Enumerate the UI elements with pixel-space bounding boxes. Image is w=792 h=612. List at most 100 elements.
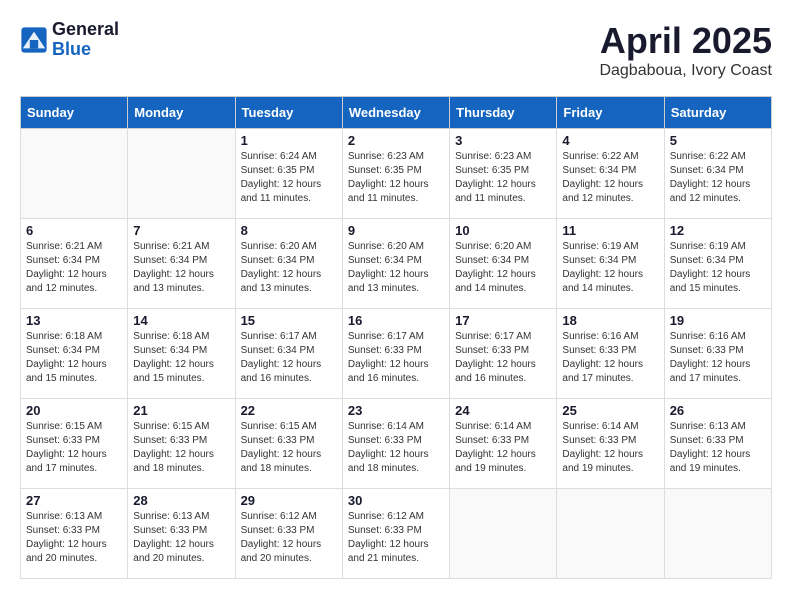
day-number: 17 <box>455 313 551 328</box>
calendar-cell: 20 Sunrise: 6:15 AM Sunset: 6:33 PM Dayli… <box>21 399 128 489</box>
calendar-cell: 13 Sunrise: 6:18 AM Sunset: 6:34 PM Dayli… <box>21 309 128 399</box>
day-number: 9 <box>348 223 444 238</box>
calendar-cell: 5 Sunrise: 6:22 AM Sunset: 6:34 PM Daylig… <box>664 129 771 219</box>
calendar-week-4: 20 Sunrise: 6:15 AM Sunset: 6:33 PM Dayli… <box>21 399 772 489</box>
calendar-cell: 10 Sunrise: 6:20 AM Sunset: 6:34 PM Dayli… <box>450 219 557 309</box>
calendar-cell: 15 Sunrise: 6:17 AM Sunset: 6:34 PM Dayli… <box>235 309 342 399</box>
day-info: Sunrise: 6:14 AM Sunset: 6:33 PM Dayligh… <box>348 420 444 476</box>
calendar-cell: 11 Sunrise: 6:19 AM Sunset: 6:34 PM Dayli… <box>557 219 664 309</box>
calendar-cell: 24Sunrise: 6:14 AM Sunset: 6:33 PM Dayli… <box>450 399 557 489</box>
calendar-cell <box>128 129 235 219</box>
day-number: 7 <box>133 223 229 238</box>
calendar-cell: 29 Sunrise: 6:12 AM Sunset: 6:33 PM Dayli… <box>235 489 342 579</box>
day-info: Sunrise: 6:16 AM Sunset: 6:33 PM Dayligh… <box>562 330 658 386</box>
day-number: 19 <box>670 313 766 328</box>
day-number: 5 <box>670 133 766 148</box>
day-info: Sunrise: 6:13 AM Sunset: 6:33 PM Dayligh… <box>670 420 766 476</box>
day-info: Sunrise: 6:12 AM Sunset: 6:33 PM Dayligh… <box>241 510 337 566</box>
logo: General Blue <box>20 20 119 60</box>
calendar-week-1: 1Sunrise: 6:24 AM Sunset: 6:35 PM Daylig… <box>21 129 772 219</box>
calendar-week-5: 27 Sunrise: 6:13 AM Sunset: 6:33 PM Dayli… <box>21 489 772 579</box>
day-info: Sunrise: 6:15 AM Sunset: 6:33 PM Dayligh… <box>26 420 122 476</box>
day-info: Sunrise: 6:22 AM Sunset: 6:34 PM Dayligh… <box>670 150 766 206</box>
day-info: Sunrise: 6:23 AM Sunset: 6:35 PM Dayligh… <box>348 150 444 206</box>
day-info: Sunrise: 6:24 AM Sunset: 6:35 PM Dayligh… <box>241 150 337 206</box>
calendar-cell: 26Sunrise: 6:13 AM Sunset: 6:33 PM Dayli… <box>664 399 771 489</box>
day-header-friday: Friday <box>557 97 664 129</box>
day-number: 29 <box>241 493 337 508</box>
calendar-cell: 14 Sunrise: 6:18 AM Sunset: 6:34 PM Dayli… <box>128 309 235 399</box>
day-info: Sunrise: 6:17 AM Sunset: 6:33 PM Dayligh… <box>455 330 551 386</box>
day-number: 14 <box>133 313 229 328</box>
day-number: 27 <box>26 493 122 508</box>
calendar-cell: 21 Sunrise: 6:15 AM Sunset: 6:33 PM Dayli… <box>128 399 235 489</box>
day-number: 16 <box>348 313 444 328</box>
day-number: 20 <box>26 403 122 418</box>
calendar-cell <box>664 489 771 579</box>
day-info: Sunrise: 6:22 AM Sunset: 6:34 PM Dayligh… <box>562 150 658 206</box>
page-header: General Blue April 2025 Dagbaboua, Ivory… <box>20 20 772 80</box>
day-info: Sunrise: 6:19 AM Sunset: 6:34 PM Dayligh… <box>562 240 658 296</box>
day-number: 2 <box>348 133 444 148</box>
day-number: 11 <box>562 223 658 238</box>
day-number: 18 <box>562 313 658 328</box>
calendar-cell: 4Sunrise: 6:22 AM Sunset: 6:34 PM Daylig… <box>557 129 664 219</box>
day-info: Sunrise: 6:17 AM Sunset: 6:34 PM Dayligh… <box>241 330 337 386</box>
calendar-cell <box>450 489 557 579</box>
day-number: 28 <box>133 493 229 508</box>
day-info: Sunrise: 6:18 AM Sunset: 6:34 PM Dayligh… <box>26 330 122 386</box>
day-info: Sunrise: 6:13 AM Sunset: 6:33 PM Dayligh… <box>133 510 229 566</box>
calendar-cell <box>21 129 128 219</box>
day-info: Sunrise: 6:20 AM Sunset: 6:34 PM Dayligh… <box>348 240 444 296</box>
day-info: Sunrise: 6:17 AM Sunset: 6:33 PM Dayligh… <box>348 330 444 386</box>
day-info: Sunrise: 6:18 AM Sunset: 6:34 PM Dayligh… <box>133 330 229 386</box>
calendar-cell: 6Sunrise: 6:21 AM Sunset: 6:34 PM Daylig… <box>21 219 128 309</box>
day-number: 30 <box>348 493 444 508</box>
calendar-week-3: 13 Sunrise: 6:18 AM Sunset: 6:34 PM Dayli… <box>21 309 772 399</box>
day-number: 10 <box>455 223 551 238</box>
logo-icon <box>20 26 48 54</box>
day-number: 8 <box>241 223 337 238</box>
logo-blue: Blue <box>52 40 119 60</box>
day-number: 24 <box>455 403 551 418</box>
calendar-cell: 27Sunrise: 6:13 AM Sunset: 6:33 PM Dayli… <box>21 489 128 579</box>
title-section: April 2025 Dagbaboua, Ivory Coast <box>599 20 772 80</box>
day-header-thursday: Thursday <box>450 97 557 129</box>
day-header-saturday: Saturday <box>664 97 771 129</box>
day-number: 15 <box>241 313 337 328</box>
header-row: SundayMondayTuesdayWednesdayThursdayFrid… <box>21 97 772 129</box>
calendar-header: SundayMondayTuesdayWednesdayThursdayFrid… <box>21 97 772 129</box>
logo-text: General Blue <box>52 20 119 60</box>
day-info: Sunrise: 6:21 AM Sunset: 6:34 PM Dayligh… <box>133 240 229 296</box>
day-number: 6 <box>26 223 122 238</box>
calendar-cell: 22 Sunrise: 6:15 AM Sunset: 6:33 PM Dayli… <box>235 399 342 489</box>
calendar-cell: 30Sunrise: 6:12 AM Sunset: 6:33 PM Dayli… <box>342 489 449 579</box>
calendar-cell <box>557 489 664 579</box>
location: Dagbaboua, Ivory Coast <box>599 62 772 80</box>
day-number: 13 <box>26 313 122 328</box>
day-info: Sunrise: 6:15 AM Sunset: 6:33 PM Dayligh… <box>241 420 337 476</box>
calendar-cell: 28 Sunrise: 6:13 AM Sunset: 6:33 PM Dayli… <box>128 489 235 579</box>
calendar-cell: 18 Sunrise: 6:16 AM Sunset: 6:33 PM Dayli… <box>557 309 664 399</box>
day-header-wednesday: Wednesday <box>342 97 449 129</box>
day-info: Sunrise: 6:16 AM Sunset: 6:33 PM Dayligh… <box>670 330 766 386</box>
calendar-cell: 19 Sunrise: 6:16 AM Sunset: 6:33 PM Dayli… <box>664 309 771 399</box>
day-info: Sunrise: 6:15 AM Sunset: 6:33 PM Dayligh… <box>133 420 229 476</box>
calendar-cell: 8 Sunrise: 6:20 AM Sunset: 6:34 PM Daylig… <box>235 219 342 309</box>
day-header-tuesday: Tuesday <box>235 97 342 129</box>
day-info: Sunrise: 6:20 AM Sunset: 6:34 PM Dayligh… <box>241 240 337 296</box>
calendar-cell: 16 Sunrise: 6:17 AM Sunset: 6:33 PM Dayli… <box>342 309 449 399</box>
day-number: 23 <box>348 403 444 418</box>
day-info: Sunrise: 6:14 AM Sunset: 6:33 PM Dayligh… <box>562 420 658 476</box>
calendar-cell: 12Sunrise: 6:19 AM Sunset: 6:34 PM Dayli… <box>664 219 771 309</box>
day-info: Sunrise: 6:20 AM Sunset: 6:34 PM Dayligh… <box>455 240 551 296</box>
day-header-sunday: Sunday <box>21 97 128 129</box>
day-info: Sunrise: 6:23 AM Sunset: 6:35 PM Dayligh… <box>455 150 551 206</box>
day-number: 22 <box>241 403 337 418</box>
day-number: 12 <box>670 223 766 238</box>
calendar-cell: 7 Sunrise: 6:21 AM Sunset: 6:34 PM Daylig… <box>128 219 235 309</box>
month-title: April 2025 <box>599 20 772 62</box>
day-number: 21 <box>133 403 229 418</box>
calendar-cell: 9 Sunrise: 6:20 AM Sunset: 6:34 PM Daylig… <box>342 219 449 309</box>
day-number: 3 <box>455 133 551 148</box>
